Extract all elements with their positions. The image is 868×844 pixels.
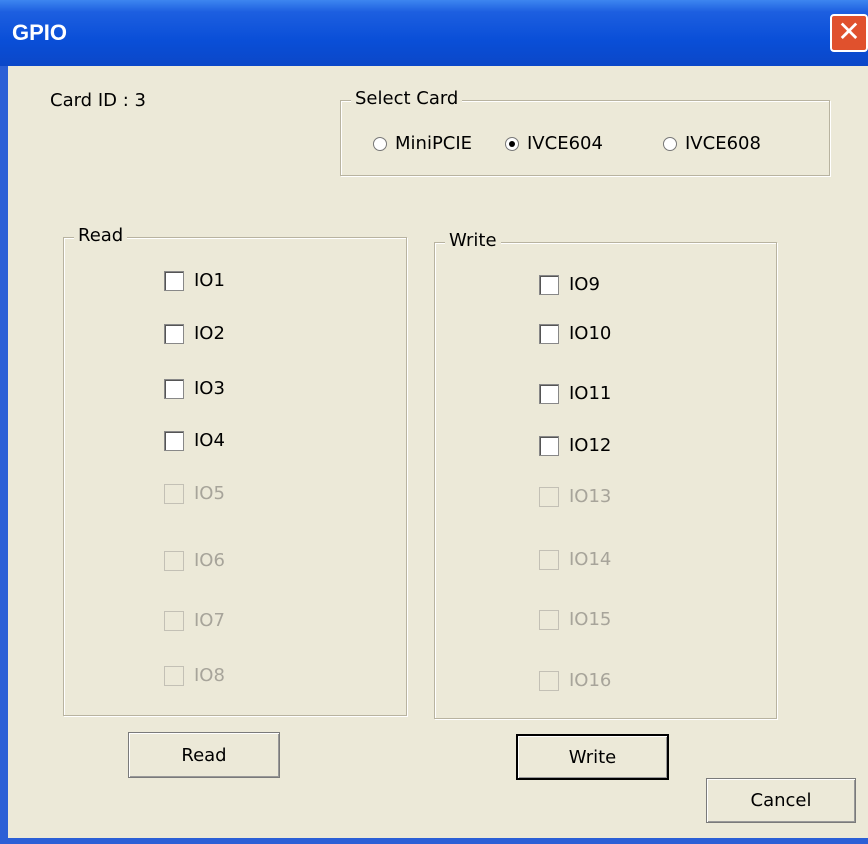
checkbox-label: IO16 [569,670,612,691]
checkbox-icon [539,549,559,570]
checkbox-io14: IO14 [539,549,611,570]
checkbox-io1[interactable]: IO1 [164,270,225,291]
checkbox-icon [539,383,559,404]
radio-ivce608[interactable]: IVCE608 [663,133,761,154]
cancel-button[interactable]: Cancel [706,778,856,823]
write-button[interactable]: Write [516,734,669,780]
radio-label: IVCE608 [685,133,761,154]
write-group: Write IO9 IO10 IO11 IO12 IO13 IO14 IO15 [434,230,777,719]
checkbox-label: IO14 [569,549,612,570]
checkbox-io2[interactable]: IO2 [164,323,225,344]
checkbox-label: IO9 [569,274,600,295]
read-button-label: Read [181,744,227,766]
read-button[interactable]: Read [128,732,280,778]
checkbox-label: IO12 [569,435,612,456]
checkbox-io4[interactable]: IO4 [164,430,225,451]
checkbox-icon [164,270,184,291]
read-group-legend: Read [74,225,128,246]
window-title: GPIO [12,20,68,45]
checkbox-icon [539,323,559,344]
checkbox-label: IO5 [194,483,225,504]
checkbox-icon [539,274,559,295]
checkbox-io16: IO16 [539,670,611,691]
close-button[interactable]: ✕ [830,14,868,52]
radio-ivce604[interactable]: IVCE604 [505,133,603,154]
checkbox-icon [539,670,559,691]
checkbox-label: IO7 [194,610,225,631]
checkbox-icon [164,483,184,504]
checkbox-label: IO8 [194,665,225,686]
checkbox-io8: IO8 [164,665,225,686]
gpio-dialog: GPIO ✕ Card ID : 3 Select Card MiniPCIE … [0,0,868,844]
checkbox-io5: IO5 [164,483,225,504]
checkbox-label: IO2 [194,323,225,344]
checkbox-io10[interactable]: IO10 [539,323,611,344]
checkbox-io15: IO15 [539,609,611,630]
write-button-label: Write [568,746,617,768]
close-icon: ✕ [837,15,861,48]
radio-minipcie[interactable]: MiniPCIE [373,133,472,154]
radio-icon [373,136,387,151]
radio-label: IVCE604 [527,133,603,154]
checkbox-icon [164,378,184,399]
checkbox-label: IO1 [194,270,225,291]
title-bar[interactable]: GPIO ✕ [0,0,868,66]
checkbox-label: IO4 [194,430,225,451]
checkbox-io12[interactable]: IO12 [539,435,611,456]
checkbox-icon [164,430,184,451]
checkbox-io9[interactable]: IO9 [539,274,600,295]
radio-label: MiniPCIE [395,133,473,154]
select-card-legend: Select Card [351,88,463,109]
checkbox-io6: IO6 [164,550,225,571]
read-group: Read IO1 IO2 IO3 IO4 IO5 IO6 IO7 IO8 [63,225,407,716]
checkbox-icon [539,486,559,507]
checkbox-label: IO3 [194,378,225,399]
card-id-label: Card ID : 3 [50,90,146,111]
checkbox-io11[interactable]: IO11 [539,383,611,404]
checkbox-io7: IO7 [164,610,225,631]
checkbox-io3[interactable]: IO3 [164,378,225,399]
checkbox-io13: IO13 [539,486,611,507]
checkbox-icon [164,665,184,686]
checkbox-icon [539,609,559,630]
write-group-legend: Write [445,230,501,251]
radio-icon [663,136,677,151]
checkbox-label: IO6 [194,550,225,571]
checkbox-icon [539,435,559,456]
checkbox-icon [164,323,184,344]
radio-selected-icon [505,136,519,151]
checkbox-label: IO10 [569,323,612,344]
checkbox-label: IO11 [569,383,612,404]
select-card-group: Select Card MiniPCIE IVCE604 IVCE608 [340,88,830,176]
checkbox-icon [164,610,184,631]
checkbox-label: IO13 [569,486,612,507]
checkbox-label: IO15 [569,609,612,630]
cancel-button-label: Cancel [750,790,812,811]
checkbox-icon [164,550,184,571]
